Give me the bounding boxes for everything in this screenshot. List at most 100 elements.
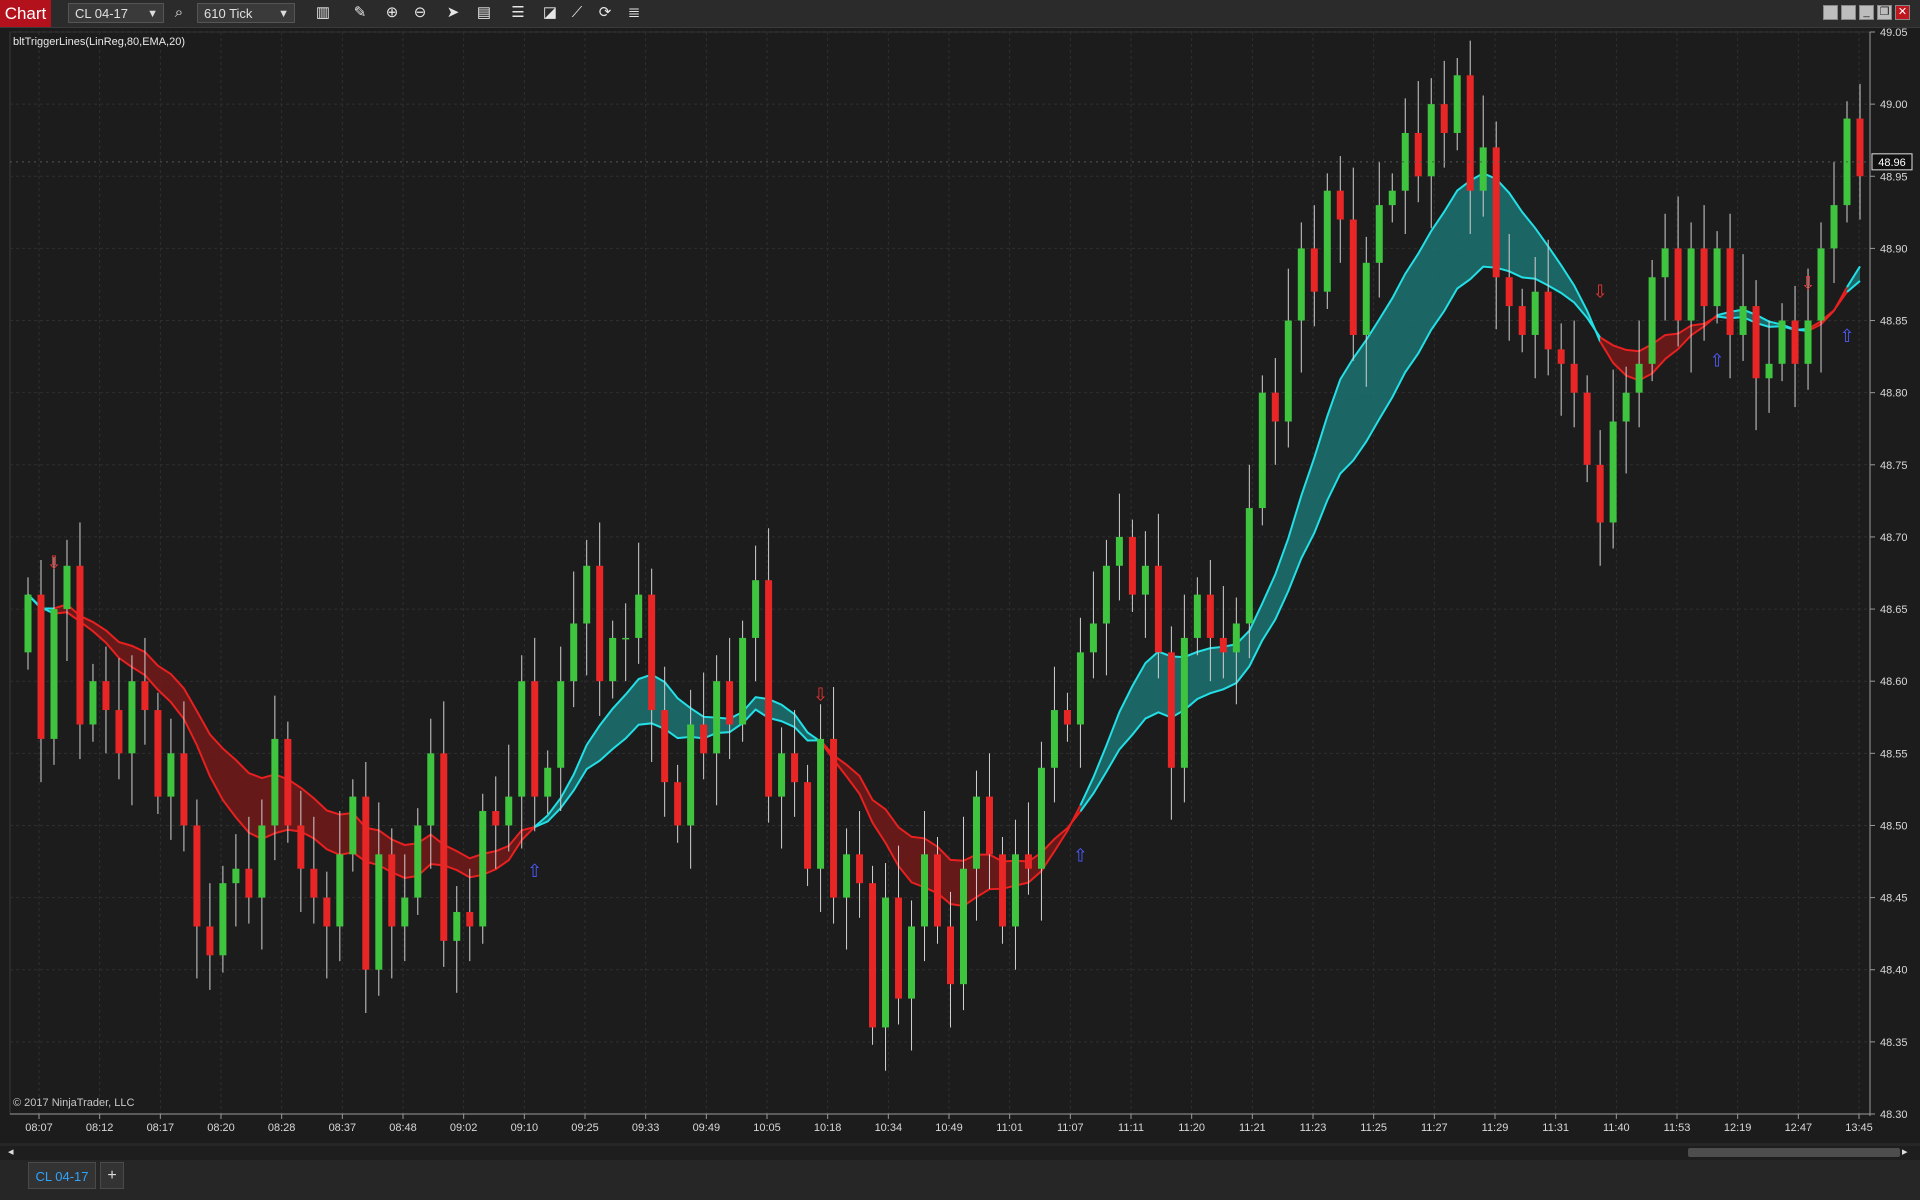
time-tick-label: 08:48 [389,1122,417,1134]
time-tick-label: 08:28 [268,1122,296,1134]
pointer-icon[interactable]: ➤ [441,2,465,24]
candle-up [972,796,980,869]
plot-border [9,31,1871,1115]
reload-icon[interactable]: ⟳ [593,2,617,24]
price-tick-label: 48.50 [1880,820,1908,832]
candle-down [102,681,110,711]
candle-up [1830,205,1838,249]
tile-icon[interactable] [1823,5,1838,20]
buy-signal-arrow-icon: ⇧ [1073,845,1088,866]
trigger-bands [27,172,1861,907]
time-tick-label: 11:11 [1118,1122,1144,1134]
candle-down [284,738,292,826]
tile-icon[interactable] [1841,5,1856,20]
candle-down [1726,248,1734,335]
data-box-icon[interactable]: ▤ [472,2,496,24]
add-tab-button[interactable]: + [100,1162,124,1189]
current-price-label: 48.96 [1878,157,1906,169]
candle-down [1414,132,1422,177]
candle-down [674,782,682,826]
candle-up [882,897,890,1028]
candle-down [1271,392,1279,422]
horizontal-scrollbar[interactable] [0,1146,1920,1160]
candle-up [1622,392,1630,422]
candle-up [817,738,825,869]
zoom-out-icon[interactable]: ⊖ [408,2,432,24]
time-tick-label: 11:31 [1542,1122,1569,1134]
period-selector[interactable]: 610 Tick ▼ [197,3,295,23]
scroll-left-icon[interactable]: ◂ [8,1145,14,1158]
candle-up [1011,854,1019,927]
price-tick-label: 48.95 [1880,171,1908,183]
time-tick-label: 10:05 [753,1122,781,1134]
candle-up [1037,767,1045,869]
candle-down [1518,306,1526,335]
zoom-in-icon[interactable]: ⊕ [380,2,404,24]
candle-down [1167,652,1175,768]
price-chart[interactable]: ⇩ ⇧ ⇩ ⇧ ⇩ ⇧ ⇩ ⇧ 49.05 49.00 48.95 48.90 48.85 48.80 4… [0,28,1920,1143]
candle-up [843,854,851,898]
time-tick-label: 11:40 [1603,1122,1630,1134]
candle-up [1323,190,1331,292]
scroll-right-icon[interactable]: ▸ [1902,1145,1908,1158]
time-tick-label: 11:53 [1664,1122,1691,1134]
scrollbar-thumb[interactable] [1688,1148,1900,1157]
candle-down [804,782,812,869]
price-tick-label: 48.55 [1880,748,1908,760]
candle-up [739,637,747,725]
chart-toolbar: Chart CL 04-17 ▼ ⌕ 610 Tick ▼ ▥ ✎ ⊕ ⊖ ➤ … [0,0,1920,28]
time-tick-label: 09:33 [632,1122,660,1134]
candle-up [1076,652,1084,725]
time-tick-label: 11:27 [1421,1122,1448,1134]
candle-up [1089,623,1097,653]
restore-icon[interactable]: ❐ [1877,5,1892,20]
candle-down [1219,637,1227,653]
instrument-selector[interactable]: CL 04-17 ▼ [68,3,164,23]
candle-up [427,753,435,826]
properties-icon[interactable]: ◪ [538,2,562,24]
candle-up [1479,147,1487,191]
candle-up [167,753,175,797]
drawing-pencil-icon[interactable]: ✎ [348,2,372,24]
strategies-icon[interactable]: ⟋ [565,2,589,24]
close-icon[interactable]: ✕ [1895,5,1910,20]
time-tick-label: 09:49 [693,1122,721,1134]
candle-up [622,637,630,640]
candle-down [297,825,305,869]
search-icon[interactable]: ⌕ [167,2,191,24]
bar-type-icon[interactable]: ▥ [311,2,335,24]
indicators-list-icon[interactable]: ≣ [622,2,646,24]
candle-up [336,854,344,927]
candle-up [1804,320,1812,364]
candle-up [63,565,71,610]
chart-menu-button[interactable]: Chart [0,0,51,27]
candle-up [375,854,383,970]
time-tick-label: 11:23 [1300,1122,1327,1134]
price-tick-label: 48.60 [1880,676,1908,688]
candle-down [1128,536,1136,595]
candle-up [1817,248,1825,321]
time-tick-label: 11:29 [1482,1122,1509,1134]
candle-down [1791,320,1799,364]
candle-down [661,710,669,783]
candle-up [1180,637,1188,768]
tab-cl-04-17[interactable]: CL 04-17 [28,1162,96,1189]
time-tick-label: 12:19 [1724,1122,1752,1134]
candle-up [89,681,97,725]
minimize-icon[interactable]: _ [1859,5,1874,20]
signal-arrows: ⇩ ⇧ ⇩ ⇧ ⇩ ⇧ ⇩ ⇧ [46,273,1854,882]
candle-down [830,738,838,898]
chart-grid [9,31,1871,1115]
candle-down [245,868,253,898]
candle-up [778,753,786,797]
candles [24,40,1864,1071]
time-tick-label: 08:37 [329,1122,357,1134]
candle-up [1050,710,1058,768]
candle-down [726,681,734,725]
candle-up [1713,248,1721,307]
candle-down [1349,219,1357,335]
candle-down [1700,248,1708,307]
candle-down [1596,464,1604,523]
price-tick-label: 48.75 [1880,460,1908,472]
chart-trader-icon[interactable]: ☰ [506,2,530,24]
